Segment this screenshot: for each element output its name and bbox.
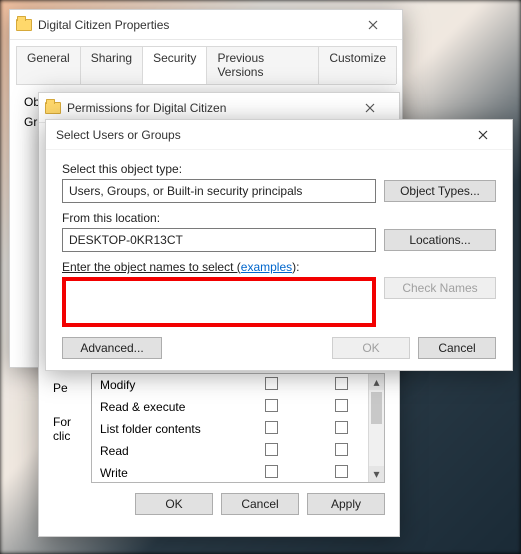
location-field[interactable]: DESKTOP-0KR13CT: [62, 228, 376, 252]
allow-checkbox[interactable]: [265, 421, 278, 434]
tab-security[interactable]: Security: [142, 46, 207, 84]
object-type-field[interactable]: Users, Groups, or Built-in security prin…: [62, 179, 376, 203]
folder-icon: [16, 19, 32, 31]
apply-button[interactable]: Apply: [307, 493, 385, 515]
permission-row[interactable]: List folder contents: [92, 418, 384, 440]
permission-row[interactable]: Write: [92, 462, 384, 483]
close-icon[interactable]: [460, 121, 506, 149]
close-icon[interactable]: [350, 11, 396, 39]
properties-tab-strip: General Sharing Security Previous Versio…: [10, 40, 402, 84]
cancel-button[interactable]: Cancel: [221, 493, 299, 515]
deny-checkbox[interactable]: [335, 443, 348, 456]
select-title: Select Users or Groups: [56, 128, 460, 142]
tab-general[interactable]: General: [16, 46, 81, 84]
permission-row[interactable]: Read & execute: [92, 396, 384, 418]
object-type-label: Select this object type:: [62, 162, 496, 176]
deny-checkbox[interactable]: [335, 421, 348, 434]
allow-checkbox[interactable]: [265, 465, 278, 478]
scroll-up-button[interactable]: ▴: [369, 374, 384, 390]
permission-row[interactable]: Modify: [92, 374, 384, 396]
deny-checkbox[interactable]: [335, 465, 348, 478]
permissions-list: Modify Read & execute List folder conten…: [91, 373, 385, 483]
object-types-button[interactable]: Object Types...: [384, 180, 496, 202]
object-names-input[interactable]: [62, 277, 376, 327]
perm-col-label: Pe: [53, 381, 81, 395]
location-label: From this location:: [62, 211, 496, 225]
perm-note-fragment-1: For: [53, 415, 81, 429]
groups-label-fragment: Gr: [24, 115, 37, 129]
allow-checkbox[interactable]: [265, 377, 278, 390]
tab-sharing[interactable]: Sharing: [80, 46, 143, 84]
deny-checkbox[interactable]: [335, 399, 348, 412]
examples-link[interactable]: examples: [241, 260, 292, 274]
cancel-button[interactable]: Cancel: [418, 337, 496, 359]
scroll-thumb[interactable]: [371, 392, 382, 424]
ok-button[interactable]: OK: [135, 493, 213, 515]
tab-customize[interactable]: Customize: [318, 46, 397, 84]
permissions-button-row: OK Cancel Apply: [39, 483, 399, 525]
tab-previous-versions[interactable]: Previous Versions: [206, 46, 319, 84]
check-names-button[interactable]: Check Names: [384, 277, 496, 299]
enter-names-label: Enter the object names to select (exampl…: [62, 260, 496, 274]
scroll-down-button[interactable]: ▾: [369, 466, 384, 482]
ok-button[interactable]: OK: [332, 337, 410, 359]
scrollbar[interactable]: ▴ ▾: [368, 374, 384, 482]
select-users-window: Select Users or Groups Select this objec…: [45, 119, 513, 371]
close-icon[interactable]: [347, 94, 393, 122]
folder-icon: [45, 102, 61, 114]
allow-checkbox[interactable]: [265, 443, 278, 456]
deny-checkbox[interactable]: [335, 377, 348, 390]
permissions-title: Permissions for Digital Citizen: [67, 101, 347, 115]
locations-button[interactable]: Locations...: [384, 229, 496, 251]
properties-titlebar[interactable]: Digital Citizen Properties: [10, 10, 402, 40]
allow-checkbox[interactable]: [265, 399, 278, 412]
select-titlebar[interactable]: Select Users or Groups: [46, 120, 512, 150]
properties-title: Digital Citizen Properties: [38, 18, 350, 32]
advanced-button[interactable]: Advanced...: [62, 337, 162, 359]
perm-note-fragment-2: clic: [53, 429, 81, 443]
permission-row[interactable]: Read: [92, 440, 384, 462]
